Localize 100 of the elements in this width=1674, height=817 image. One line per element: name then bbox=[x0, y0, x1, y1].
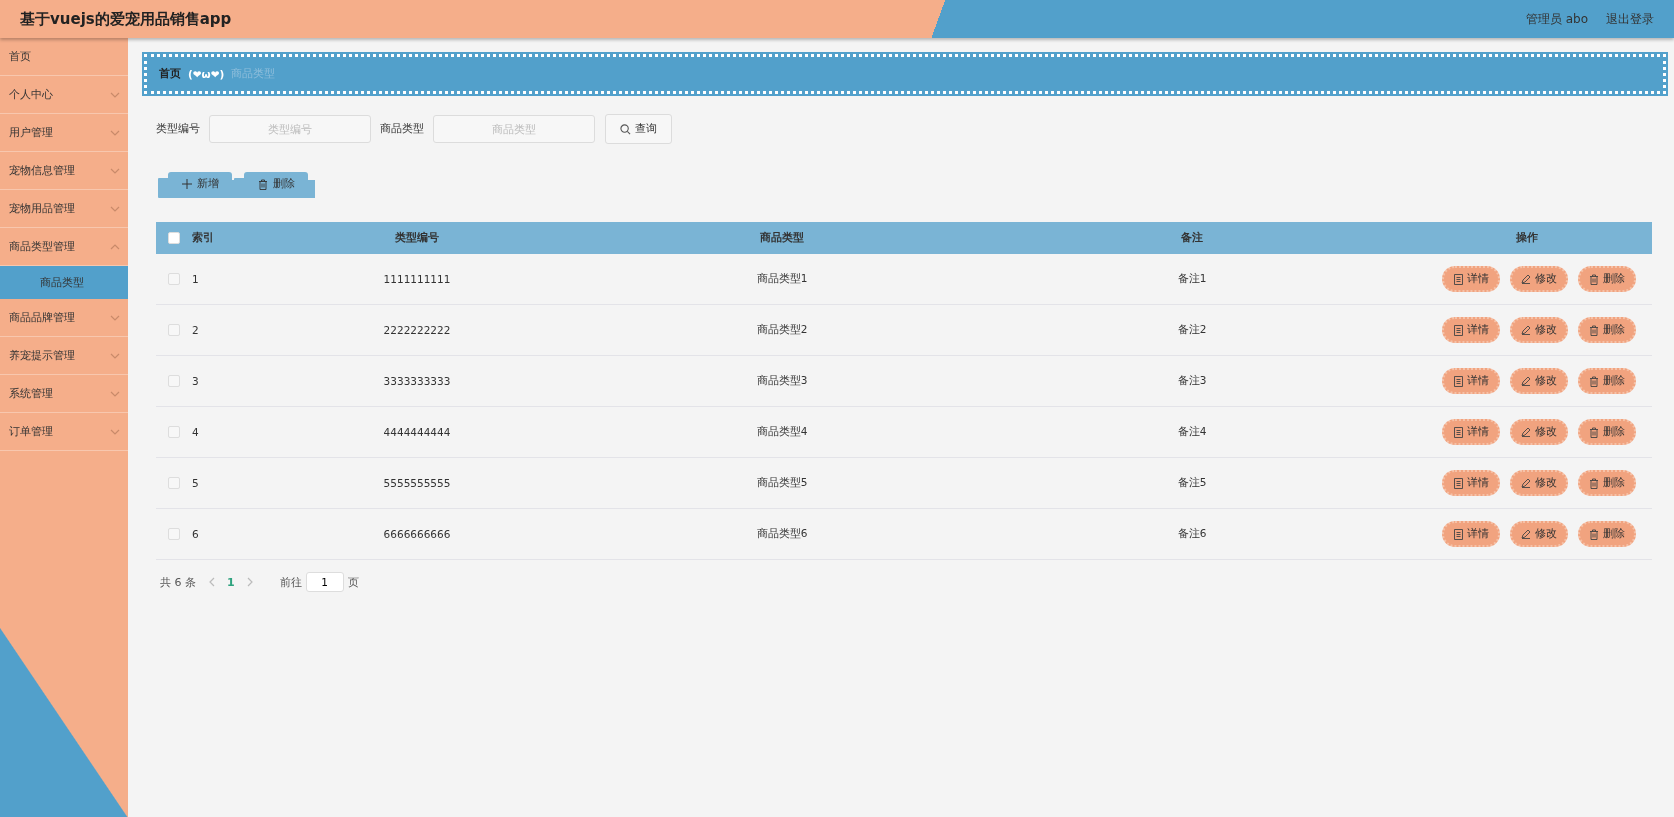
table-cell: 3333333333 bbox=[383, 375, 451, 387]
pencil-icon bbox=[1521, 529, 1531, 539]
chevron-icon bbox=[110, 243, 120, 250]
table-cell: 5555555555 bbox=[383, 477, 451, 489]
row-action-button[interactable]: 详情 bbox=[1442, 470, 1500, 496]
row-action-button[interactable]: 详情 bbox=[1442, 419, 1500, 445]
chevron-icon bbox=[110, 129, 120, 136]
table-cell: 4 bbox=[192, 426, 199, 438]
sidebar-item[interactable]: 商品品牌管理 bbox=[0, 299, 128, 337]
pencil-icon bbox=[1521, 274, 1531, 284]
table-cell: 商品类型2 bbox=[756, 323, 808, 335]
column-header: 索引 bbox=[192, 231, 215, 245]
row-checkbox[interactable] bbox=[168, 324, 180, 336]
row-action-button[interactable]: 删除 bbox=[1578, 470, 1636, 496]
previous-page-icon[interactable] bbox=[208, 577, 215, 587]
table-row[interactable]: 4 4444444444 商品类型4 备注4 详情 修改 删除 bbox=[156, 407, 1652, 458]
field-label: 商品类型 bbox=[380, 122, 424, 136]
search-icon bbox=[620, 123, 631, 135]
sidebar-item[interactable]: 个人中心 bbox=[0, 76, 128, 114]
table-cell: 备注2 bbox=[1177, 323, 1207, 335]
document-icon bbox=[1453, 375, 1463, 387]
row-checkbox[interactable] bbox=[168, 273, 180, 285]
breadcrumb-separator: (❤ω❤) bbox=[188, 68, 225, 80]
table-row[interactable]: 6 6666666666 商品类型6 备注6 详情 修改 删除 bbox=[156, 509, 1652, 560]
chevron-icon bbox=[110, 390, 120, 397]
row-action-button[interactable]: 详情 bbox=[1442, 368, 1500, 394]
row-action-button[interactable]: 修改 bbox=[1510, 317, 1568, 343]
row-action-button[interactable]: 删除 bbox=[1578, 368, 1636, 394]
document-icon bbox=[1453, 324, 1463, 336]
page-input[interactable]: 1 bbox=[305, 572, 344, 592]
row-action-button[interactable]: 删除 bbox=[1578, 317, 1636, 343]
sidebar-item[interactable]: 用户管理 bbox=[0, 114, 128, 152]
breadcrumb-item[interactable]: 首页 bbox=[159, 67, 181, 81]
document-icon bbox=[1453, 273, 1463, 285]
trash-icon bbox=[1589, 273, 1599, 285]
table-cell: 备注1 bbox=[1177, 272, 1207, 284]
select-all-checkbox[interactable] bbox=[168, 232, 180, 244]
table-cell: 6666666666 bbox=[383, 528, 451, 540]
page-unit: 页 bbox=[347, 574, 359, 590]
table-cell: 5 bbox=[192, 477, 199, 489]
trash-icon bbox=[1589, 528, 1599, 540]
table-row[interactable]: 1 1111111111 商品类型1 备注1 详情 修改 删除 bbox=[156, 254, 1652, 305]
logout-link[interactable]: 退出登录 bbox=[1606, 10, 1654, 28]
row-action-button[interactable]: 修改 bbox=[1510, 368, 1568, 394]
column-header: 操作 bbox=[1515, 231, 1539, 245]
table-cell: 6 bbox=[192, 528, 199, 540]
row-action-button[interactable]: 详情 bbox=[1442, 266, 1500, 292]
column-header: 商品类型 bbox=[759, 231, 805, 245]
chevron-icon bbox=[110, 314, 120, 321]
document-icon bbox=[1453, 426, 1463, 438]
row-action-button[interactable]: 删除 bbox=[1578, 521, 1636, 547]
table-cell: 商品类型3 bbox=[756, 374, 808, 386]
sidebar-item[interactable]: 养宠提示管理 bbox=[0, 337, 128, 375]
column-header: 类型编号 bbox=[394, 231, 440, 245]
table-cell: 3 bbox=[192, 375, 199, 387]
sidebar-item[interactable]: 首页 bbox=[0, 38, 128, 76]
row-checkbox[interactable] bbox=[168, 528, 180, 540]
document-icon bbox=[1453, 528, 1463, 540]
search-button[interactable]: 查询 bbox=[605, 114, 672, 144]
sidebar-item[interactable]: 宠物用品管理 bbox=[0, 190, 128, 228]
chevron-icon bbox=[110, 91, 120, 98]
row-checkbox[interactable] bbox=[168, 477, 180, 489]
row-action-button[interactable]: 修改 bbox=[1510, 470, 1568, 496]
table-row[interactable]: 3 3333333333 商品类型3 备注3 详情 修改 删除 bbox=[156, 356, 1652, 407]
table-row[interactable]: 5 5555555555 商品类型5 备注5 详情 修改 删除 bbox=[156, 458, 1652, 509]
trash-icon bbox=[1589, 477, 1599, 489]
trash-icon bbox=[257, 178, 268, 190]
row-action-button[interactable]: 详情 bbox=[1442, 521, 1500, 547]
pencil-icon bbox=[1521, 325, 1531, 335]
table-cell: 1 bbox=[192, 273, 199, 285]
next-page-icon[interactable] bbox=[246, 577, 254, 587]
row-action-button[interactable]: 修改 bbox=[1510, 419, 1568, 445]
row-action-button[interactable]: 修改 bbox=[1510, 266, 1568, 292]
pencil-icon bbox=[1521, 376, 1531, 386]
row-action-button[interactable]: 详情 bbox=[1442, 317, 1500, 343]
goto-label: 前往 bbox=[279, 574, 302, 590]
table-cell: 商品类型1 bbox=[756, 272, 808, 284]
user-name: 管理员 abo bbox=[1525, 10, 1588, 28]
table-cell: 商品类型5 bbox=[756, 476, 808, 488]
table-cell: 商品类型4 bbox=[756, 425, 808, 437]
row-checkbox[interactable] bbox=[168, 426, 180, 438]
row-action-button[interactable]: 删除 bbox=[1578, 419, 1636, 445]
chevron-icon bbox=[110, 205, 120, 212]
sidebar-item[interactable]: 宠物信息管理 bbox=[0, 152, 128, 190]
table-cell: 备注4 bbox=[1177, 425, 1207, 437]
table-cell: 备注3 bbox=[1177, 374, 1207, 386]
sidebar-subitem[interactable]: 商品类型 bbox=[0, 266, 128, 299]
sidebar-item[interactable]: 系统管理 bbox=[0, 375, 128, 413]
sidebar-item[interactable]: 订单管理 bbox=[0, 413, 128, 451]
trash-icon bbox=[1589, 324, 1599, 336]
pencil-icon bbox=[1521, 478, 1531, 488]
row-action-button[interactable]: 修改 bbox=[1510, 521, 1568, 547]
row-checkbox[interactable] bbox=[168, 375, 180, 387]
table-cell: 2 bbox=[192, 324, 199, 336]
chevron-icon bbox=[110, 428, 120, 435]
column-header: 备注 bbox=[1180, 231, 1204, 245]
field-label: 类型编号 bbox=[156, 122, 200, 136]
table-row[interactable]: 2 2222222222 商品类型2 备注2 详情 修改 删除 bbox=[156, 305, 1652, 356]
chevron-icon bbox=[110, 167, 120, 174]
row-action-button[interactable]: 删除 bbox=[1578, 266, 1636, 292]
